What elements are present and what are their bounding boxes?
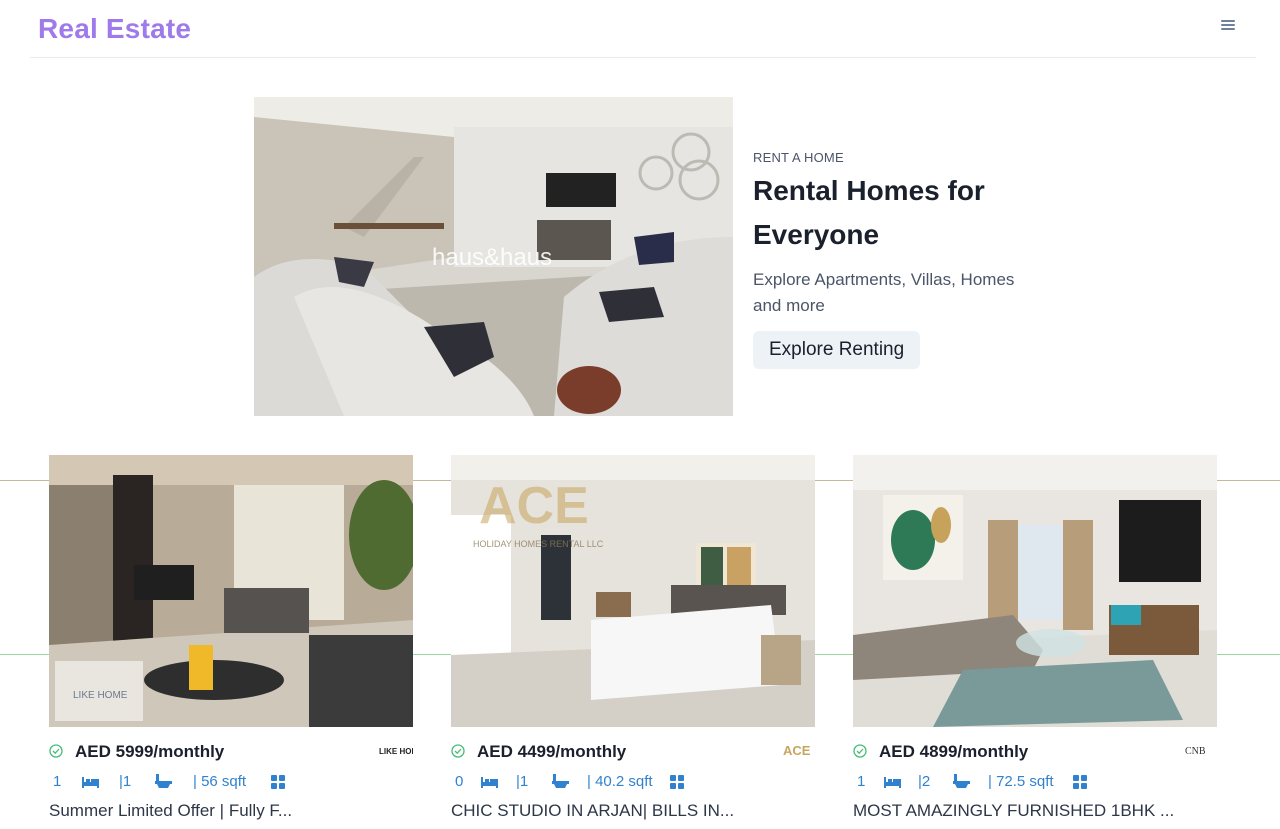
listing-price: AED 4899/monthly xyxy=(879,742,1029,761)
bath-icon xyxy=(953,774,970,793)
listing-title[interactable]: CHIC STUDIO IN ARJAN| BILLS IN... xyxy=(451,801,815,821)
verified-check-icon xyxy=(451,744,465,758)
listing-card[interactable]: AED 4899/monthly CNB 1 |2 | 72.5 sqft MO… xyxy=(853,455,1217,821)
grid-icon xyxy=(670,775,684,793)
thumb-watermark: ACE xyxy=(479,477,589,535)
site-logo[interactable]: Real Estate xyxy=(38,13,191,45)
bath-icon xyxy=(155,774,172,793)
hero-eyebrow: RENT A HOME xyxy=(753,150,844,165)
listing-title[interactable]: MOST AMAZINGLY FURNISHED 1BHK ... xyxy=(853,801,1217,821)
bedrooms-count: 1 xyxy=(857,773,866,790)
listing-meta: 1 |2 | 72.5 sqft xyxy=(853,773,1217,793)
hero-watermark: haus&haus xyxy=(432,244,552,271)
area-size: | 56 sqft xyxy=(193,773,247,790)
thumb-watermark-sub: HOLIDAY HOMES RENTAL LLC xyxy=(473,539,604,549)
area-size: | 40.2 sqft xyxy=(587,773,653,790)
listing-image[interactable]: ACE HOLIDAY HOMES RENTAL LLC xyxy=(451,455,815,727)
listing-meta: 1 |1 | 56 sqft xyxy=(49,773,413,793)
listing-price: AED 5999/monthly xyxy=(75,742,225,761)
bedrooms-count: 0 xyxy=(455,773,464,790)
listing-card[interactable]: LIKE HOME AED 5999/monthly LIKE HOME 1 |… xyxy=(49,455,424,821)
listing-card[interactable]: ACE HOLIDAY HOMES RENTAL LLC AED 4499/mo… xyxy=(451,455,815,821)
bed-icon xyxy=(82,775,99,792)
svg-text:ACE: ACE xyxy=(783,743,811,758)
svg-text:LIKE HOME: LIKE HOME xyxy=(379,747,413,756)
verified-check-icon xyxy=(49,744,63,758)
hero-subtitle: Explore Apartments, Villas, Homes and mo… xyxy=(753,270,1015,315)
hamburger-menu-icon[interactable] xyxy=(1220,18,1236,34)
bed-icon xyxy=(481,775,498,792)
site-header: Real Estate xyxy=(30,0,1256,58)
bed-icon xyxy=(884,775,901,792)
hero-content: RENT A HOME Rental Homes for Everyone Ex… xyxy=(753,148,1053,369)
agency-logo: ACE xyxy=(781,740,815,760)
grid-icon xyxy=(1073,775,1087,793)
area-size: | 72.5 sqft xyxy=(988,773,1054,790)
grid-icon xyxy=(271,775,285,793)
listing-price: AED 4499/monthly xyxy=(477,742,627,761)
bathrooms-count: |1 xyxy=(516,773,529,790)
thumb-watermark: LIKE HOME xyxy=(73,690,128,701)
svg-text:CNB: CNB xyxy=(1185,746,1206,757)
bathrooms-count: |2 xyxy=(918,773,931,790)
bedrooms-count: 1 xyxy=(53,773,62,790)
verified-check-icon xyxy=(853,744,867,758)
bathrooms-count: |1 xyxy=(119,773,132,790)
listing-meta: 0 |1 | 40.2 sqft xyxy=(451,773,815,793)
explore-renting-button[interactable]: Explore Renting xyxy=(753,331,921,369)
listing-image[interactable] xyxy=(853,455,1217,727)
agency-logo: LIKE HOME xyxy=(379,740,424,760)
bath-icon xyxy=(552,774,569,793)
hero-image: haus&haus xyxy=(254,97,733,416)
listing-title[interactable]: Summer Limited Offer | Fully F... xyxy=(49,801,413,821)
hero-title: Rental Homes for Everyone xyxy=(753,175,985,250)
agency-logo: CNB xyxy=(1183,740,1217,760)
listing-image[interactable]: LIKE HOME xyxy=(49,455,413,727)
